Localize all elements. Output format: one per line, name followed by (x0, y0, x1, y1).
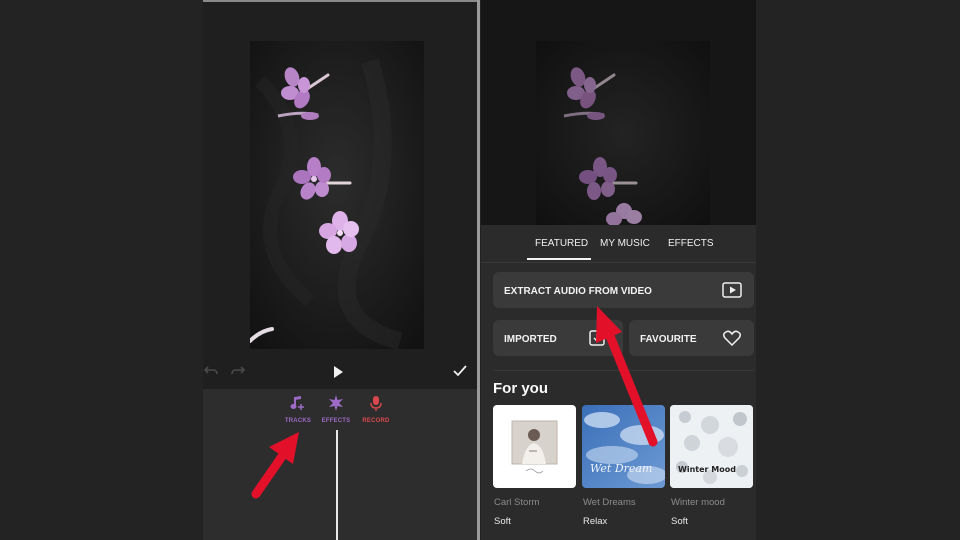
annotation-overlay (251, 306, 658, 499)
arrow-to-tracks (251, 432, 299, 499)
arrow-to-extract-audio (596, 306, 658, 447)
